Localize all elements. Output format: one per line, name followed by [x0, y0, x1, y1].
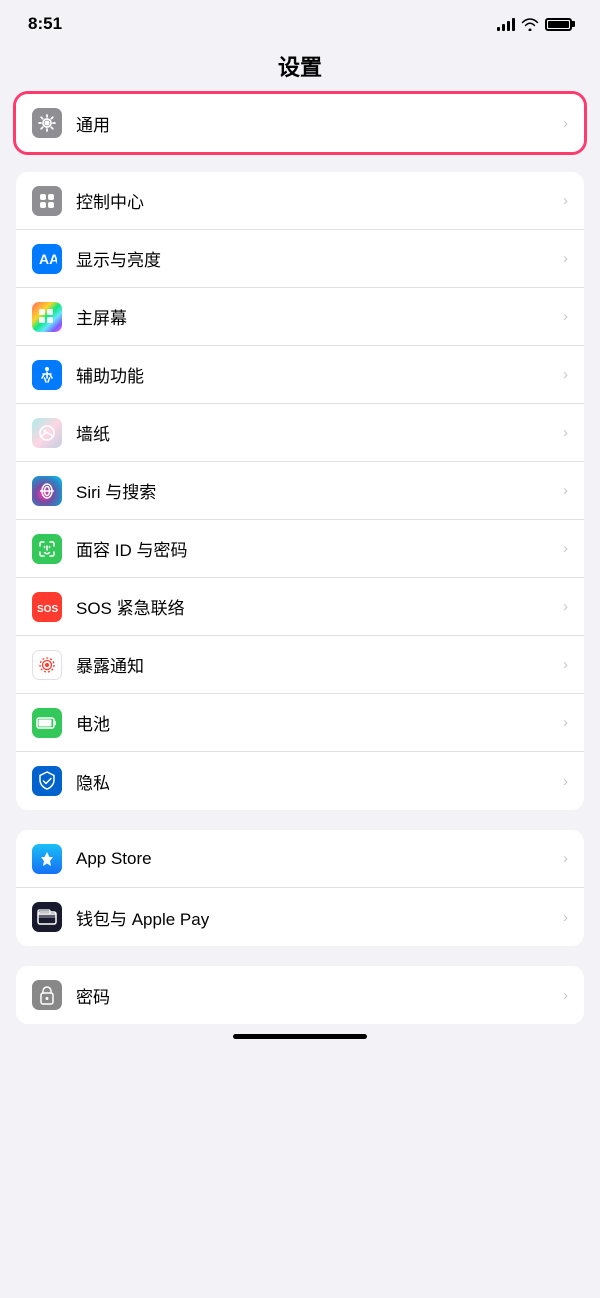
password-chevron: ›	[563, 987, 568, 1004]
settings-row-general[interactable]: 通用 ›	[16, 94, 584, 152]
siri-icon	[32, 476, 62, 506]
settings-group-display: 控制中心 › AA 显示与亮度 › 主屏幕 ›	[16, 172, 584, 810]
wallet-label: 钱包与 Apple Pay	[76, 905, 557, 930]
battery-icon	[545, 18, 572, 31]
svg-text:SOS: SOS	[37, 604, 58, 614]
home-screen-chevron: ›	[563, 308, 568, 325]
signal-icon	[497, 17, 515, 31]
wallpaper-icon	[32, 418, 62, 448]
password-label: 密码	[76, 983, 557, 1008]
accessibility-chevron: ›	[563, 366, 568, 383]
app-store-chevron: ›	[563, 850, 568, 867]
display-icon: AA	[32, 244, 62, 274]
control-center-icon	[32, 186, 62, 216]
exposure-icon	[32, 650, 62, 680]
sos-icon: SOS	[32, 592, 62, 622]
settings-row-privacy[interactable]: 隐私 ›	[16, 752, 584, 810]
privacy-icon	[32, 766, 62, 796]
control-center-label: 控制中心	[76, 188, 557, 213]
accessibility-icon	[32, 360, 62, 390]
privacy-label: 隐私	[76, 769, 557, 794]
display-chevron: ›	[563, 250, 568, 267]
siri-chevron: ›	[563, 482, 568, 499]
battery-chevron: ›	[563, 714, 568, 731]
general-icon	[32, 108, 62, 138]
sos-label: SOS 紧急联络	[76, 594, 557, 619]
settings-row-app-store[interactable]: App Store ›	[16, 830, 584, 888]
settings-row-battery[interactable]: 电池 ›	[16, 694, 584, 752]
home-screen-icon	[32, 302, 62, 332]
sos-chevron: ›	[563, 598, 568, 615]
status-bar: 8:51	[0, 0, 600, 42]
password-icon	[32, 980, 62, 1010]
settings-row-home-screen[interactable]: 主屏幕 ›	[16, 288, 584, 346]
general-chevron: ›	[563, 115, 568, 132]
settings-row-display[interactable]: AA 显示与亮度 ›	[16, 230, 584, 288]
battery-settings-icon	[32, 708, 62, 738]
exposure-chevron: ›	[563, 656, 568, 673]
settings-row-control-center[interactable]: 控制中心 ›	[16, 172, 584, 230]
wallpaper-chevron: ›	[563, 424, 568, 441]
svg-text:AA: AA	[39, 251, 57, 267]
wallet-chevron: ›	[563, 909, 568, 926]
settings-row-siri[interactable]: Siri 与搜索 ›	[16, 462, 584, 520]
settings-row-exposure[interactable]: 暴露通知 ›	[16, 636, 584, 694]
faceid-icon	[32, 534, 62, 564]
display-label: 显示与亮度	[76, 246, 557, 271]
wallet-icon	[32, 902, 62, 932]
settings-group-store: App Store › 钱包与 Apple Pay ›	[16, 830, 584, 946]
siri-label: Siri 与搜索	[76, 478, 557, 503]
faceid-chevron: ›	[563, 540, 568, 557]
privacy-chevron: ›	[563, 773, 568, 790]
status-time: 8:51	[28, 14, 62, 34]
settings-row-password[interactable]: 密码 ›	[16, 966, 584, 1024]
settings-row-accessibility[interactable]: 辅助功能 ›	[16, 346, 584, 404]
home-indicator	[233, 1034, 367, 1039]
wallpaper-label: 墙纸	[76, 420, 557, 445]
control-center-chevron: ›	[563, 192, 568, 209]
page-title: 设置	[0, 42, 600, 94]
faceid-label: 面容 ID 与密码	[76, 536, 557, 561]
settings-row-sos[interactable]: SOS SOS 紧急联络 ›	[16, 578, 584, 636]
app-store-icon	[32, 844, 62, 874]
accessibility-label: 辅助功能	[76, 362, 557, 387]
settings-row-faceid[interactable]: 面容 ID 与密码 ›	[16, 520, 584, 578]
battery-label: 电池	[76, 710, 557, 735]
settings-row-wallet[interactable]: 钱包与 Apple Pay ›	[16, 888, 584, 946]
wifi-icon	[521, 18, 539, 31]
settings-group-general: 通用 ›	[16, 94, 584, 152]
app-store-label: App Store	[76, 849, 557, 869]
home-screen-label: 主屏幕	[76, 304, 557, 329]
status-icons	[497, 17, 572, 31]
settings-row-wallpaper[interactable]: 墙纸 ›	[16, 404, 584, 462]
exposure-label: 暴露通知	[76, 652, 557, 677]
general-label: 通用	[76, 111, 557, 136]
settings-group-password: 密码 ›	[16, 966, 584, 1024]
